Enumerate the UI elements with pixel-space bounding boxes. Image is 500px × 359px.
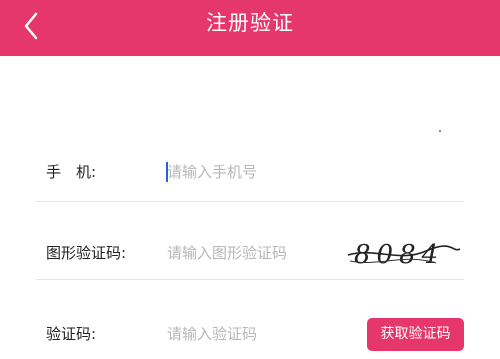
get-code-button[interactable]: 获取验证码 bbox=[367, 318, 464, 351]
phone-label: 手 机: bbox=[46, 163, 97, 181]
image-code-input[interactable]: 请输入图形验证码 bbox=[167, 243, 287, 263]
divider bbox=[36, 279, 464, 280]
captcha-image[interactable]: 8084 bbox=[344, 233, 462, 273]
phone-input[interactable]: 请输入手机号 bbox=[167, 162, 257, 182]
image-code-label: 图形验证码: bbox=[46, 244, 127, 262]
page-title: 注册验证 bbox=[206, 11, 294, 35]
text-cursor bbox=[166, 162, 168, 182]
divider bbox=[36, 201, 464, 202]
decorative-dot bbox=[439, 130, 441, 132]
captcha-drawing: 8084 bbox=[347, 240, 461, 270]
sms-code-label: 验证码: bbox=[46, 325, 97, 343]
app-header: 注册验证 bbox=[0, 0, 500, 56]
sms-code-input[interactable]: 请输入验证码 bbox=[167, 324, 257, 344]
